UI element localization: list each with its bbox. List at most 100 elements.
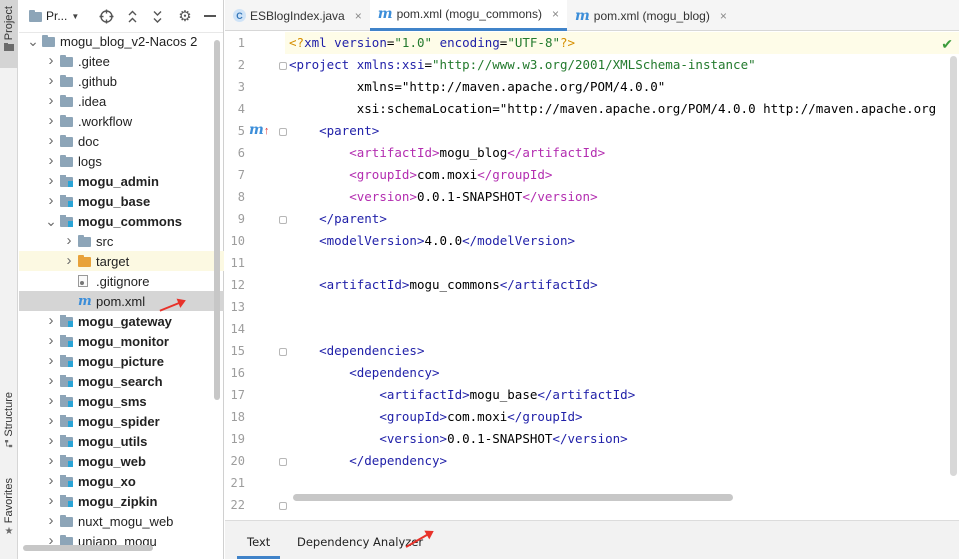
chevron-right-icon[interactable]: › bbox=[45, 413, 57, 428]
tree-item[interactable]: › mogu_xo bbox=[19, 471, 224, 491]
tree-item[interactable]: › logs bbox=[19, 151, 224, 171]
tree-item[interactable]: m pom.xml bbox=[19, 291, 224, 311]
chevron-right-icon[interactable]: › bbox=[45, 113, 57, 128]
locate-icon[interactable] bbox=[99, 7, 114, 25]
favorites-tool-label: Favorites bbox=[3, 478, 15, 524]
fold-marker[interactable] bbox=[279, 128, 287, 136]
close-icon[interactable]: × bbox=[552, 7, 559, 21]
chevron-right-icon[interactable]: › bbox=[45, 153, 57, 168]
chevron-right-icon[interactable]: › bbox=[45, 333, 57, 348]
folder-icon bbox=[29, 10, 42, 22]
fold-marker[interactable] bbox=[279, 216, 287, 224]
code-line: <groupId>com.moxi</groupId> bbox=[349, 167, 553, 182]
favorites-tool-tab[interactable]: Favorites ★ bbox=[0, 478, 18, 558]
chevron-down-icon[interactable]: ⌄ bbox=[45, 214, 57, 228]
expand-all-icon[interactable] bbox=[126, 7, 139, 25]
tab-dependency-analyzer[interactable]: Dependency Analyzer bbox=[297, 531, 423, 559]
editor-horizontal-scrollbar[interactable] bbox=[293, 494, 733, 501]
chevron-right-icon[interactable]: › bbox=[45, 53, 57, 68]
tree-item-label: mogu_base bbox=[78, 193, 151, 209]
tree-item[interactable]: › nuxt_mogu_web bbox=[19, 511, 224, 531]
module-icon bbox=[60, 375, 74, 387]
project-view-label: Pr... bbox=[46, 9, 68, 23]
project-view-selector[interactable]: Pr... ▼ bbox=[29, 7, 79, 25]
editor-tab-bar: C ESBlogIndex.java × m pom.xml (mogu_commons… bbox=[225, 0, 959, 31]
tree-item[interactable]: › src bbox=[19, 231, 224, 251]
tree-item[interactable]: ⌄ mogu_commons bbox=[19, 211, 224, 231]
tree-item[interactable]: › .idea bbox=[19, 91, 224, 111]
tree-item[interactable]: › mogu_zipkin bbox=[19, 491, 224, 511]
structure-tool-tab[interactable]: Structure bbox=[0, 392, 18, 462]
chevron-right-icon[interactable]: › bbox=[45, 473, 57, 488]
tree-item-label: mogu_monitor bbox=[78, 333, 169, 349]
close-icon[interactable]: × bbox=[355, 9, 362, 23]
code-line: <version>0.0.1-SNAPSHOT</version> bbox=[349, 189, 598, 204]
folder-icon bbox=[78, 235, 92, 247]
tree-item[interactable]: › mogu_sms bbox=[19, 391, 224, 411]
tree-item[interactable]: › doc bbox=[19, 131, 224, 151]
code-line: <dependencies> bbox=[319, 343, 425, 358]
star-icon: ★ bbox=[4, 526, 14, 538]
chevron-right-icon[interactable]: › bbox=[45, 393, 57, 408]
chevron-right-icon[interactable]: › bbox=[45, 373, 57, 388]
tree-item[interactable]: › mogu_utils bbox=[19, 431, 224, 451]
chevron-right-icon[interactable]: › bbox=[45, 313, 57, 328]
editor-tab-label: pom.xml (mogu_commons) bbox=[396, 7, 542, 21]
chevron-right-icon[interactable]: › bbox=[45, 353, 57, 368]
close-icon[interactable]: × bbox=[720, 9, 727, 23]
fold-marker[interactable] bbox=[279, 502, 287, 510]
tree-item-label: src bbox=[96, 233, 114, 249]
editor-tab[interactable]: C ESBlogIndex.java × bbox=[225, 0, 370, 31]
chevron-down-icon[interactable]: ⌄ bbox=[27, 34, 39, 48]
chevron-right-icon[interactable]: › bbox=[45, 73, 57, 88]
chevron-right-icon[interactable]: › bbox=[45, 93, 57, 108]
fold-marker[interactable] bbox=[279, 458, 287, 466]
tree-item[interactable]: › mogu_admin bbox=[19, 171, 224, 191]
line-number: 17 bbox=[230, 388, 245, 402]
chevron-right-icon[interactable]: › bbox=[63, 233, 75, 248]
project-tool-tab[interactable]: Project bbox=[0, 0, 18, 68]
tree-item[interactable]: › mogu_base bbox=[19, 191, 224, 211]
check-icon: ✔ bbox=[941, 36, 953, 52]
chevron-right-icon[interactable]: › bbox=[45, 193, 57, 208]
tree-item[interactable]: › mogu_spider bbox=[19, 411, 224, 431]
chevron-right-icon[interactable]: › bbox=[45, 493, 57, 508]
chevron-right-icon[interactable]: › bbox=[45, 453, 57, 468]
tree-item[interactable]: › mogu_monitor bbox=[19, 331, 224, 351]
tree-item[interactable]: › .workflow bbox=[19, 111, 224, 131]
tree-item[interactable]: ⌄ mogu_blog_v2-Nacos 2 bbox=[19, 31, 224, 51]
chevron-right-icon[interactable]: › bbox=[45, 513, 57, 528]
tree-item[interactable]: › mogu_search bbox=[19, 371, 224, 391]
tree-item[interactable]: › mogu_gateway bbox=[19, 311, 224, 331]
editor-vertical-scrollbar[interactable] bbox=[950, 56, 957, 476]
code-line: <version>0.0.1-SNAPSHOT</version> bbox=[379, 431, 628, 446]
minimize-icon[interactable] bbox=[203, 7, 216, 25]
chevron-right-icon[interactable]: › bbox=[45, 133, 57, 148]
code-line: <?xml version="1.0" encoding="UTF-8"?> bbox=[289, 35, 576, 50]
tree-item[interactable]: › .github bbox=[19, 71, 224, 91]
tab-text[interactable]: Text bbox=[237, 531, 281, 559]
chevron-right-icon[interactable]: › bbox=[63, 253, 75, 268]
tree-horizontal-scrollbar[interactable] bbox=[23, 545, 153, 551]
tree-item[interactable]: › mogu_web bbox=[19, 451, 224, 471]
fold-marker[interactable] bbox=[279, 348, 287, 356]
chevron-down-icon: ▼ bbox=[71, 11, 80, 21]
line-number: 15 bbox=[230, 344, 245, 358]
tree-item[interactable]: › mogu_picture bbox=[19, 351, 224, 371]
fold-marker[interactable] bbox=[279, 62, 287, 70]
maven-parent-icon[interactable]: m↑ bbox=[249, 122, 269, 138]
collapse-all-icon[interactable] bbox=[151, 7, 164, 25]
chevron-right-icon[interactable]: › bbox=[45, 433, 57, 448]
maven-icon: m bbox=[78, 293, 92, 309]
code-line: xmlns="http://maven.apache.org/POM/4.0.0… bbox=[289, 79, 666, 94]
tree-vertical-scrollbar[interactable] bbox=[214, 40, 220, 400]
tree-item-label: mogu_blog_v2-Nacos 2 bbox=[60, 33, 198, 49]
tree-item[interactable]: .gitignore bbox=[19, 271, 224, 291]
chevron-right-icon[interactable]: › bbox=[45, 173, 57, 188]
tree-item[interactable]: › target bbox=[19, 251, 224, 271]
code-editor[interactable]: 1 2 3 4 5 6 7 8 9 10 11 12 13 14 15 16 17 18 19 20 21 22 m↑ <?… bbox=[225, 32, 959, 520]
editor-tab[interactable]: m pom.xml (mogu_commons) × bbox=[369, 0, 567, 31]
editor-tab[interactable]: m pom.xml (mogu_blog) × bbox=[567, 0, 735, 31]
tree-item[interactable]: › .gitee bbox=[19, 51, 224, 71]
gear-icon[interactable]: ⚙ bbox=[178, 7, 191, 25]
